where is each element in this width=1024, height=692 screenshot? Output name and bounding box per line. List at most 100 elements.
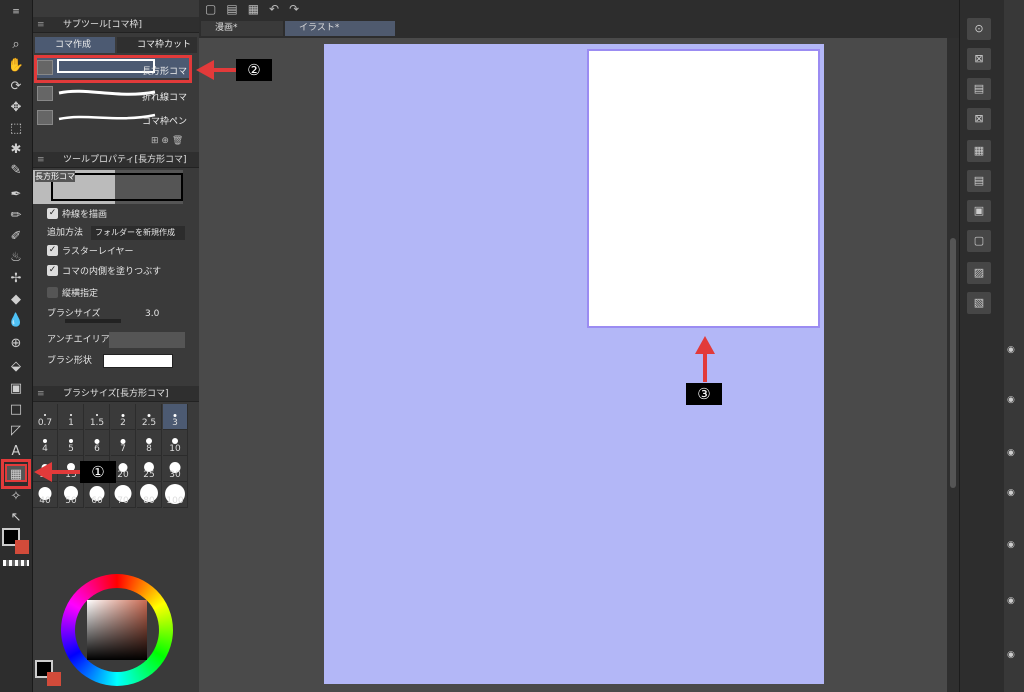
- tab-frame-create[interactable]: コマ作成: [35, 37, 115, 53]
- balloon-tool-icon[interactable]: ✧: [5, 488, 27, 506]
- color-square[interactable]: [87, 600, 147, 660]
- brush-size-cell[interactable]: 30: [163, 456, 188, 482]
- brush-size-slider[interactable]: [65, 319, 121, 323]
- fill-inside-row[interactable]: ✓ コマの内側を塗りつぶす: [33, 263, 191, 281]
- right-icon-strip: ⊙ ⊠ ▤ ⊠ ▦ ▤ ▣ ▢ ▨ ▧: [959, 0, 1004, 692]
- aspect-row[interactable]: 縦横指定: [33, 285, 191, 303]
- material-icon[interactable]: ⊠: [967, 108, 991, 130]
- material-icon[interactable]: ⊠: [967, 48, 991, 70]
- brush-size-cell[interactable]: 4: [33, 430, 58, 456]
- brush-size-cell[interactable]: 40: [33, 482, 58, 508]
- selection-tool-icon[interactable]: ⬚: [5, 120, 27, 138]
- new-subtool-icon[interactable]: ⊕: [161, 136, 169, 146]
- material-icon[interactable]: ▤: [967, 78, 991, 100]
- subtool-item-frame-pen[interactable]: コマ枠ペン: [35, 108, 191, 128]
- brush-size-cell[interactable]: 0.7: [33, 404, 58, 430]
- brush-size-cell[interactable]: 8: [137, 430, 162, 456]
- move-tool-icon[interactable]: ✥: [5, 99, 27, 117]
- object-tool-icon[interactable]: ↖: [5, 509, 27, 527]
- brush-size-cell[interactable]: 2: [111, 404, 136, 430]
- brush-size-value[interactable]: 3.0: [145, 305, 159, 323]
- zoom-tool-icon[interactable]: ⌕: [5, 36, 27, 54]
- brush-shape-label: ブラシ形状: [47, 356, 92, 366]
- brush-size-cell[interactable]: 5: [59, 430, 84, 456]
- checkbox-icon[interactable]: ✓: [47, 208, 58, 219]
- vertical-scrollbar[interactable]: [947, 38, 959, 692]
- gradient-tool-icon[interactable]: ▣: [5, 380, 27, 398]
- brush-size-cell[interactable]: 1: [59, 404, 84, 430]
- brush-size-cell[interactable]: 7: [111, 430, 136, 456]
- mesh-tool-icon[interactable]: ⊕: [5, 335, 27, 353]
- blend-tool-icon[interactable]: 💧: [5, 312, 27, 330]
- checkbox-icon[interactable]: ✓: [47, 265, 58, 276]
- delete-subtool-icon[interactable]: 🗑: [172, 136, 183, 146]
- eye-icon[interactable]: ◉: [1007, 650, 1015, 660]
- material-icon[interactable]: ▢: [967, 230, 991, 252]
- pencil-tool-icon[interactable]: ✏: [5, 207, 27, 225]
- eye-icon[interactable]: ◉: [1007, 596, 1015, 606]
- color-wheel[interactable]: [61, 574, 173, 686]
- save-icon[interactable]: ▦: [248, 2, 269, 16]
- decoration-tool-icon[interactable]: ✢: [5, 270, 27, 288]
- transparent-color-swatch[interactable]: [3, 560, 29, 566]
- rectangle-frame[interactable]: [587, 49, 820, 328]
- annotation-highlight-subtool: [34, 55, 192, 83]
- material-icon[interactable]: ▦: [967, 140, 991, 162]
- add-method-select[interactable]: フォルダーを新規作成: [91, 226, 185, 240]
- eraser-tool-icon[interactable]: ◆: [5, 291, 27, 309]
- eye-icon[interactable]: ◉: [1007, 448, 1015, 458]
- eye-icon[interactable]: ◉: [1007, 540, 1015, 550]
- brush-size-cell[interactable]: 2.5: [137, 404, 162, 430]
- document-tab-illust[interactable]: イラスト*: [285, 21, 395, 36]
- airbrush-tool-icon[interactable]: ♨: [5, 249, 27, 267]
- ruler-tool-icon[interactable]: ◸: [5, 422, 27, 440]
- raster-layer-row[interactable]: ✓ ラスターレイヤー: [33, 243, 191, 261]
- figure-tool-icon[interactable]: □: [5, 401, 27, 419]
- material-icon[interactable]: ▨: [967, 262, 991, 284]
- eye-icon[interactable]: ◉: [1007, 395, 1015, 405]
- brush-size-number: 7: [120, 444, 126, 454]
- checkbox-icon[interactable]: ✓: [47, 245, 58, 256]
- brush-size-cell[interactable]: 25: [137, 456, 162, 482]
- magic-wand-icon[interactable]: ✱: [5, 141, 27, 159]
- brush-size-cell[interactable]: 10: [163, 430, 188, 456]
- hand-tool-icon[interactable]: ✋: [5, 57, 27, 75]
- sub-color-swatch[interactable]: [15, 540, 29, 554]
- brush-size-cell[interactable]: 60: [85, 482, 110, 508]
- redo-icon[interactable]: ↷: [289, 2, 309, 16]
- eyedropper-icon[interactable]: ✎: [5, 162, 27, 180]
- brush-tool-icon[interactable]: ✐: [5, 228, 27, 246]
- brush-size-cell[interactable]: 80: [137, 482, 162, 508]
- tab-label: コマ作成: [55, 40, 92, 50]
- brush-size-cell[interactable]: 70: [111, 482, 136, 508]
- navigator-icon[interactable]: ⊙: [967, 18, 991, 40]
- draw-border-row[interactable]: ✓ 枠線を描画: [33, 206, 191, 224]
- subtool-item-polyline-frame[interactable]: 折れ線コマ: [35, 84, 191, 104]
- brush-size-cell[interactable]: 3: [163, 404, 188, 430]
- brush-size-cell[interactable]: 50: [59, 482, 84, 508]
- tab-frame-cut[interactable]: コマ枠カット: [117, 37, 197, 53]
- new-file-icon[interactable]: ▢: [205, 2, 226, 16]
- undo-icon[interactable]: ↶: [269, 2, 289, 16]
- pen-tool-icon[interactable]: ✒: [5, 186, 27, 204]
- open-icon[interactable]: ▤: [226, 2, 247, 16]
- brush-shape-preview[interactable]: [103, 354, 173, 368]
- material-icon[interactable]: ▤: [967, 170, 991, 192]
- brush-size-cell[interactable]: 100: [163, 482, 188, 508]
- material-icon[interactable]: ▧: [967, 292, 991, 314]
- brush-size-cell[interactable]: 1.5: [85, 404, 110, 430]
- brush-size-number: 0.7: [37, 418, 53, 428]
- rotate-tool-icon[interactable]: ⟳: [5, 78, 27, 96]
- fill-tool-icon[interactable]: ⬙: [5, 358, 27, 376]
- antialias-selector[interactable]: [109, 332, 185, 348]
- brush-size-cell[interactable]: 6: [85, 430, 110, 456]
- scrollbar-thumb[interactable]: [950, 238, 956, 488]
- eye-icon[interactable]: ◉: [1007, 345, 1015, 355]
- brush-size-header: ≡ ブラシサイズ[長方形コマ]: [33, 386, 199, 402]
- document-tab-manga[interactable]: 漫画*: [201, 21, 283, 36]
- material-icon[interactable]: ▣: [967, 200, 991, 222]
- eye-icon[interactable]: ◉: [1007, 488, 1015, 498]
- checkbox-icon[interactable]: [47, 287, 58, 298]
- copy-subtool-icon[interactable]: ⊞: [151, 136, 159, 146]
- sub-color-swatch[interactable]: [47, 672, 61, 686]
